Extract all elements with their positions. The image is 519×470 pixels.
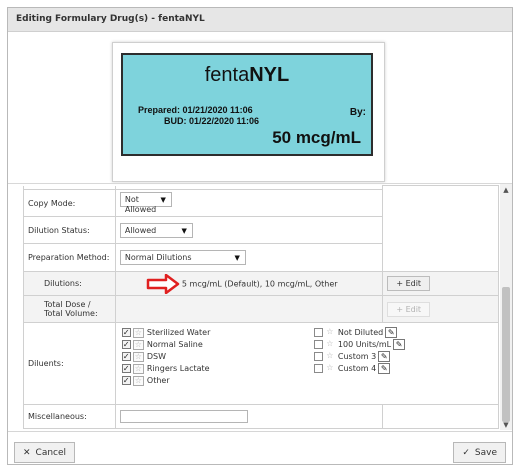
scrollbar-thumb[interactable] [502,287,510,422]
dilutions-label: Dilutions: [23,271,116,296]
cancel-button[interactable]: ✕ Cancel [14,442,76,463]
diluent-checkbox[interactable] [121,364,131,373]
diluent-checkbox[interactable] [121,352,131,361]
diluent-item: ☆ Custom 4 ✎ [313,363,405,375]
diluent-checkbox[interactable] [313,328,323,337]
scroll-up-icon[interactable]: ▲ [500,184,512,196]
form-scrollbar[interactable]: ▲ ▼ [500,184,512,430]
label-preview: fentaNYL Prepared: 01/21/2020 11:06 BUD:… [112,42,385,182]
diluent-label: Custom 3 [337,351,377,361]
pencil-icon[interactable]: ✎ [378,351,391,362]
drug-form-table: Copy Mode: Not Allowed ▼ Dilution Status:… [23,185,500,429]
star-icon[interactable]: ☆ [325,327,335,338]
pencil-icon[interactable]: ✎ [393,339,406,350]
check-icon: ✓ [462,448,470,458]
diluent-label: 100 Units/mL [337,339,392,349]
diluent-label: Custom 4 [337,363,377,373]
dilution-status-value: Allowed [124,225,157,235]
dilution-status-label: Dilution Status: [23,216,116,244]
dilutions-edit-button[interactable]: + Edit [387,276,431,291]
star-icon[interactable]: ☆ [325,363,335,374]
row-dilutions: Dilutions: 5 mcg/mL (Default), 10 mcg/mL… [23,271,499,296]
dilution-status-select[interactable]: Allowed ▼ [119,222,193,238]
label-print-area: fentaNYL Prepared: 01/21/2020 11:06 BUD:… [121,53,373,156]
diluents-grid: ☆Sterilized Water☆Normal Saline☆DSW☆Ring… [116,325,498,403]
copy-mode-select[interactable]: Not Allowed ▼ [119,192,172,214]
diluent-label: Sterilized Water [146,327,211,337]
diluent-item: ☆ Custom 3 ✎ [313,351,405,363]
diluents-label: Diluents: [23,322,116,405]
diluent-checkbox[interactable] [313,340,323,349]
diluent-label: Not Diluted [337,327,384,337]
diluent-checkbox[interactable] [121,376,131,385]
diluent-checkbox[interactable] [313,352,323,361]
row-total-dose: Total Dose / Total Volume: + Edit [23,295,499,323]
dialog-title: Editing Formulary Drug(s) - fentaNYL [8,8,512,32]
save-label: Save [474,448,497,458]
star-icon[interactable]: ☆ [132,327,144,338]
edit-formulary-dialog: Editing Formulary Drug(s) - fentaNYL fen… [7,7,513,465]
star-icon[interactable]: ☆ [132,351,144,362]
form-scroll-area: Copy Mode: Not Allowed ▼ Dilution Status:… [8,183,512,430]
total-dose-label: Total Dose / Total Volume: [23,295,116,323]
star-icon[interactable]: ☆ [132,339,144,350]
star-icon[interactable]: ☆ [325,351,335,362]
plus-icon: + [396,279,406,288]
prepared-by: By: [349,107,366,118]
diluent-label: Normal Saline [146,339,203,349]
chevron-down-icon: ▼ [181,226,187,235]
concentration: 50 mcg/mL [272,128,361,147]
row-miscellaneous: Miscellaneous: [23,404,499,429]
diluent-label: Ringers Lactate [146,363,210,373]
save-button[interactable]: ✓ Save [453,442,506,463]
diluent-item: ☆Sterilized Water [121,327,211,339]
drug-name-lower: fenta [204,64,250,86]
dilutions-value: 5 mcg/mL (Default), 10 mcg/mL, Other [181,279,338,288]
chevron-down-icon: ▼ [234,254,240,262]
chevron-down-icon: ▼ [160,196,166,204]
total-dose-edit-button[interactable]: + Edit [387,301,431,317]
diluents-left-column: ☆Sterilized Water☆Normal Saline☆DSW☆Ring… [121,327,211,387]
close-icon: ✕ [23,448,31,458]
preparation-method-label: Preparation Method: [23,243,116,272]
diluent-item: ☆ Not Diluted ✎ [313,327,405,339]
diluent-label: DSW [146,351,167,361]
diluent-checkbox[interactable] [121,328,131,337]
copy-mode-label: Copy Mode: [23,189,116,217]
diluent-checkbox[interactable] [121,340,131,349]
miscellaneous-input[interactable] [119,410,248,423]
diluent-label: Other [146,375,170,385]
pencil-icon[interactable]: ✎ [385,327,398,338]
pencil-icon[interactable]: ✎ [378,363,391,374]
dilutions-edit-label: Edit [405,279,422,288]
label-preview-area: fentaNYL Prepared: 01/21/2020 11:06 BUD:… [8,33,512,183]
diluent-item: ☆Normal Saline [121,339,210,351]
drug-name-upper: NYL [249,64,290,86]
arrow-right-icon [146,273,180,294]
miscellaneous-label: Miscellaneous: [23,404,116,429]
star-icon[interactable]: ☆ [132,363,144,374]
copy-mode-value: Not Allowed [124,195,157,214]
drug-name: fentaNYL [123,64,371,87]
bud-date: BUD: 01/22/2020 11:06 [164,116,260,126]
plus-icon: + [396,304,406,314]
diluent-item: ☆ 100 Units/mL ✎ [313,339,406,351]
star-icon[interactable]: ☆ [325,339,335,350]
diluents-right-column: ☆ Not Diluted ✎ ☆ 100 Units/mL ✎ ☆ Custom 3 ✎ ☆ Cu… [313,327,406,375]
diluent-item: ☆Ringers Lactate [121,363,210,375]
star-icon[interactable]: ☆ [132,375,144,386]
dialog-footer: ✕ Cancel ✓ Save [8,431,512,464]
total-dose-edit-label: Edit [405,304,422,314]
diluent-checkbox[interactable] [313,364,323,373]
cancel-label: Cancel [35,448,67,458]
preparation-method-value: Normal Dilutions [124,253,192,262]
scroll-down-icon[interactable]: ▼ [500,419,512,430]
diluent-item: ☆Other [121,375,210,387]
diluent-item: ☆DSW [121,351,210,363]
preparation-method-select[interactable]: Normal Dilutions ▼ [119,250,246,265]
prepared-date: Prepared: 01/21/2020 11:06 [138,105,253,115]
row-diluents: Diluents: ☆Sterilized Water☆Normal Salin… [23,322,500,405]
